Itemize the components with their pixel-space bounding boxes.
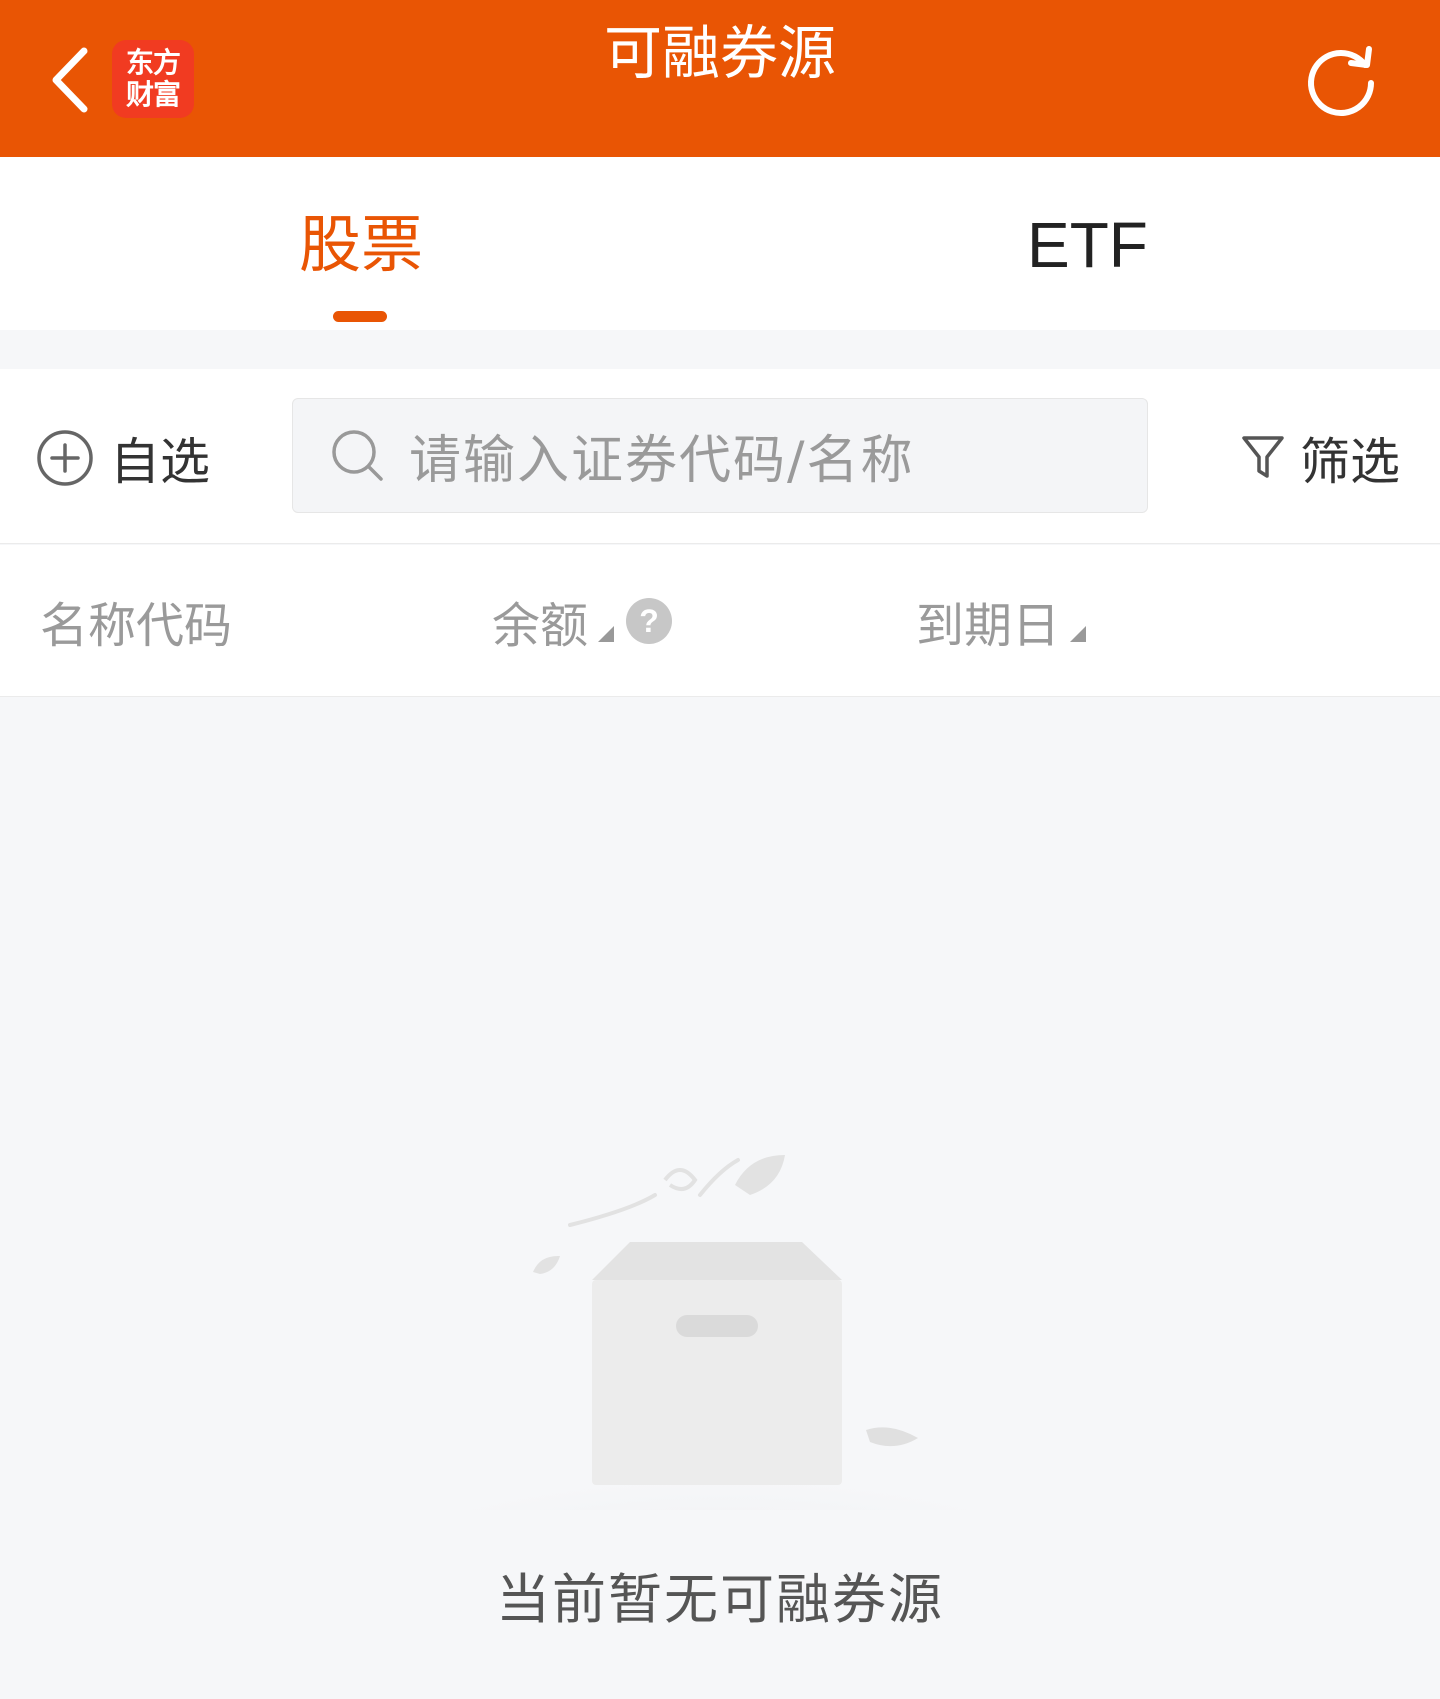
filter-button[interactable]: 筛选	[1240, 423, 1400, 493]
column-name-code: 名称代码	[40, 590, 232, 654]
search-placeholder: 请输入证券代码/名称	[409, 431, 915, 491]
refresh-icon	[1308, 46, 1374, 116]
toolbar: 自选 请输入证券代码/名称 筛选	[0, 369, 1440, 544]
app-header: 东方 财富 可融券源	[0, 0, 1440, 157]
sort-indicator-icon	[1070, 626, 1087, 642]
column-expiry[interactable]: 到期日	[916, 590, 1087, 654]
add-favorite-label: 自选	[110, 433, 210, 491]
tab-bar: 股票 ETF	[0, 157, 1440, 330]
column-expiry-label: 到期日	[916, 598, 1061, 654]
table-header: 名称代码 余额 ? 到期日	[0, 545, 1440, 697]
sort-indicator-icon	[598, 626, 615, 642]
column-balance-label: 余额	[492, 598, 589, 654]
search-input[interactable]: 请输入证券代码/名称	[292, 398, 1148, 513]
tab-stocks-label: 股票	[299, 208, 424, 281]
empty-state-message: 当前暂无可融券源	[496, 1568, 944, 1631]
page-title: 可融券源	[603, 19, 836, 87]
search-icon	[332, 429, 383, 481]
active-tab-indicator	[333, 311, 387, 322]
column-balance[interactable]: 余额 ?	[492, 590, 673, 654]
help-icon[interactable]: ?	[626, 598, 673, 644]
refresh-button[interactable]	[1300, 40, 1382, 122]
add-favorite-button[interactable]: 自选	[36, 423, 210, 493]
filter-label: 筛选	[1300, 433, 1400, 491]
tab-stocks[interactable]: 股票	[0, 157, 720, 330]
column-name-code-label: 名称代码	[40, 598, 233, 654]
plus-circle-icon	[37, 430, 93, 486]
filter-funnel-icon	[1242, 436, 1284, 478]
tab-etf-label: ETF	[1027, 209, 1148, 281]
tab-etf[interactable]: ETF	[720, 157, 1440, 330]
help-glyph: ?	[639, 602, 659, 639]
empty-box-illustration	[420, 1155, 1020, 1510]
